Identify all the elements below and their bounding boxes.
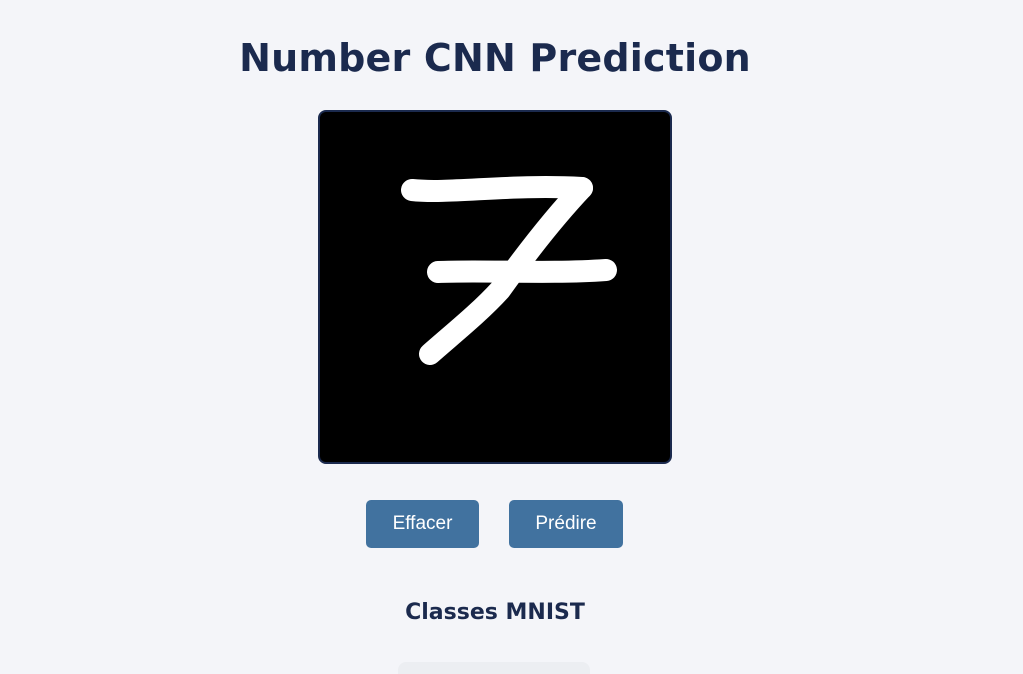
clear-button[interactable]: Effacer xyxy=(366,500,479,548)
drawn-digit-stroke xyxy=(401,176,617,365)
predict-button[interactable]: Prédire xyxy=(509,500,623,548)
classes-section-title: Classes MNIST xyxy=(405,600,585,625)
classes-panel xyxy=(398,662,590,674)
page-title: Number CNN Prediction xyxy=(239,36,751,80)
drawing-canvas[interactable] xyxy=(318,110,672,464)
app-page: Number CNN Prediction Effacer Prédire Cl… xyxy=(0,0,1023,674)
